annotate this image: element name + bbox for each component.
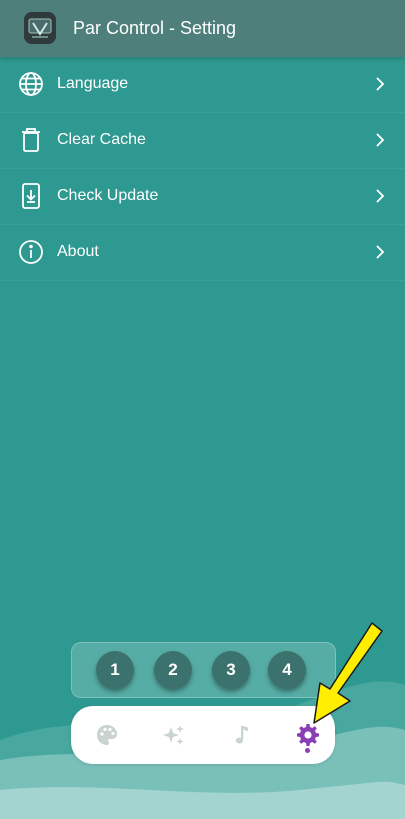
trash-icon <box>18 127 44 153</box>
settings-menu: Language Clear Cache Check Update About <box>0 57 405 281</box>
page-title: Par Control - Setting <box>73 18 237 38</box>
globe-icon <box>18 71 44 97</box>
menu-item-language[interactable]: Language <box>0 57 405 113</box>
menu-item-label: About <box>57 243 99 260</box>
menu-item-label: Language <box>57 75 129 92</box>
number-button-panel: 1 2 3 4 <box>71 642 336 698</box>
bottom-tab-bar <box>71 706 335 764</box>
app-logo-icon <box>24 12 56 44</box>
active-tab-indicator <box>305 748 310 753</box>
info-icon <box>18 239 44 265</box>
number-button-3[interactable]: 3 <box>212 651 250 689</box>
menu-item-label: Clear Cache <box>57 131 146 148</box>
chevron-right-icon <box>375 188 385 204</box>
tab-music[interactable] <box>229 723 253 747</box>
tab-effects[interactable] <box>162 723 186 747</box>
tab-palette[interactable] <box>95 723 119 747</box>
palette-icon <box>97 725 117 745</box>
chevron-right-icon <box>375 132 385 148</box>
number-button-1[interactable]: 1 <box>96 651 134 689</box>
chevron-right-icon <box>375 244 385 260</box>
menu-item-clear-cache[interactable]: Clear Cache <box>0 113 405 169</box>
music-note-icon <box>235 726 248 744</box>
yellow-arrow-icon <box>300 615 390 730</box>
menu-item-about[interactable]: About <box>0 225 405 281</box>
number-button-2[interactable]: 2 <box>154 651 192 689</box>
phone-download-icon <box>18 183 44 209</box>
chevron-right-icon <box>375 76 385 92</box>
menu-item-label: Check Update <box>57 187 159 204</box>
menu-item-check-update[interactable]: Check Update <box>0 169 405 225</box>
app-header: Par Control - Setting <box>0 0 405 57</box>
sparkles-icon <box>163 725 184 745</box>
